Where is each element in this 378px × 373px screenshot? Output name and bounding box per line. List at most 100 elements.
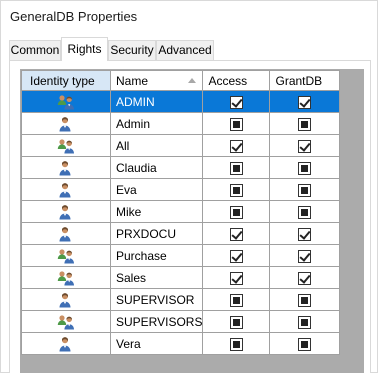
access-checkbox[interactable] [229, 293, 243, 307]
access-checkbox[interactable] [229, 315, 243, 329]
access-checkbox[interactable] [229, 117, 243, 131]
name-cell: Mike [109, 200, 204, 223]
name-cell: Admin [109, 112, 204, 135]
grantdb-cell [269, 156, 341, 179]
name-cell: All [109, 134, 204, 157]
access-cell [202, 200, 271, 223]
grantdb-cell [269, 244, 341, 267]
access-checkbox[interactable] [229, 139, 243, 153]
column-header-grantdb[interactable]: GrantDB [269, 70, 341, 91]
access-checkbox[interactable] [229, 227, 243, 241]
name-cell: SUPERVISOR [109, 288, 204, 311]
name-cell: Eva [109, 178, 204, 201]
grantdb-checkbox[interactable] [298, 117, 312, 131]
access-cell [202, 266, 271, 289]
name-cell: Vera [109, 332, 204, 355]
column-header-name[interactable]: Name [109, 70, 204, 91]
name-cell: PRXDOCU [109, 222, 204, 245]
table-row[interactable]: Sales [21, 266, 341, 289]
access-checkbox[interactable] [229, 271, 243, 285]
access-cell [202, 244, 271, 267]
grantdb-cell [269, 310, 341, 333]
grantdb-cell [269, 112, 341, 135]
name-cell: ADMIN [109, 90, 204, 113]
column-header-name-label: Name [116, 73, 149, 88]
table-row[interactable]: Admin [21, 112, 341, 135]
rights-grid: Identity type Name Access GrantDB ADMIN A… [21, 70, 341, 355]
grantdb-checkbox[interactable] [298, 95, 312, 109]
identity-type-cell [21, 112, 111, 135]
grantdb-cell [269, 200, 341, 223]
grantdb-checkbox[interactable] [298, 139, 312, 153]
grid-body: ADMIN Admin All Claudia Eva Mike PRXDOCU Purcha… [21, 90, 341, 355]
name-cell: Purchase [109, 244, 204, 267]
access-checkbox[interactable] [229, 249, 243, 263]
access-checkbox[interactable] [229, 205, 243, 219]
grantdb-checkbox[interactable] [298, 161, 312, 175]
identity-type-cell [21, 178, 111, 201]
identity-type-cell [21, 266, 111, 289]
table-row[interactable]: Claudia [21, 156, 341, 179]
user-icon [57, 160, 75, 176]
grid-header-row: Identity type Name Access GrantDB [21, 70, 341, 91]
identity-type-cell [21, 90, 111, 113]
grantdb-cell [269, 266, 341, 289]
table-row[interactable]: Purchase [21, 244, 341, 267]
access-cell [202, 222, 271, 245]
column-header-identity-type[interactable]: Identity type [21, 70, 111, 91]
group-icon [57, 248, 75, 264]
user-icon [57, 292, 75, 308]
access-cell [202, 310, 271, 333]
tab-security[interactable]: Security [108, 40, 156, 60]
identity-type-cell [21, 156, 111, 179]
user-icon [57, 204, 75, 220]
grantdb-checkbox[interactable] [298, 183, 312, 197]
access-cell [202, 156, 271, 179]
identity-type-cell [21, 222, 111, 245]
grantdb-checkbox[interactable] [298, 249, 312, 263]
user-icon [57, 182, 75, 198]
name-cell: SUPERVISORS [109, 310, 204, 333]
tab-common[interactable]: Common [9, 40, 61, 60]
name-cell: Sales [109, 266, 204, 289]
sort-ascending-icon [188, 78, 197, 83]
identity-type-cell [21, 134, 111, 157]
table-row[interactable]: Eva [21, 178, 341, 201]
tab-advanced[interactable]: Advanced [156, 40, 214, 60]
access-checkbox[interactable] [229, 161, 243, 175]
table-row[interactable]: PRXDOCU [21, 222, 341, 245]
column-header-access[interactable]: Access [202, 70, 271, 91]
user-icon [57, 116, 75, 132]
identity-type-cell [21, 244, 111, 267]
grantdb-checkbox[interactable] [298, 227, 312, 241]
tab-rights[interactable]: Rights [61, 37, 108, 61]
access-cell [202, 112, 271, 135]
table-row[interactable]: SUPERVISOR [21, 288, 341, 311]
access-checkbox[interactable] [229, 337, 243, 351]
window-title: GeneralDB Properties [10, 9, 138, 24]
name-cell: Claudia [109, 156, 204, 179]
grantdb-checkbox[interactable] [298, 293, 312, 307]
group-icon [57, 314, 75, 330]
grantdb-cell [269, 90, 341, 113]
table-row[interactable]: ADMIN [21, 90, 341, 113]
grantdb-checkbox[interactable] [298, 205, 312, 219]
grantdb-checkbox[interactable] [298, 271, 312, 285]
grantdb-cell [269, 332, 341, 355]
access-checkbox[interactable] [229, 95, 243, 109]
grantdb-checkbox[interactable] [298, 337, 312, 351]
table-row[interactable]: Mike [21, 200, 341, 223]
access-cell [202, 332, 271, 355]
table-row[interactable]: Vera [21, 332, 341, 355]
group-icon [57, 270, 75, 286]
identity-type-cell [21, 200, 111, 223]
table-row[interactable]: All [21, 134, 341, 157]
access-checkbox[interactable] [229, 183, 243, 197]
table-row[interactable]: SUPERVISORS [21, 310, 341, 333]
group-icon [57, 94, 75, 110]
user-icon [57, 336, 75, 352]
grantdb-cell [269, 222, 341, 245]
grantdb-cell [269, 288, 341, 311]
grantdb-checkbox[interactable] [298, 315, 312, 329]
identity-type-cell [21, 332, 111, 355]
